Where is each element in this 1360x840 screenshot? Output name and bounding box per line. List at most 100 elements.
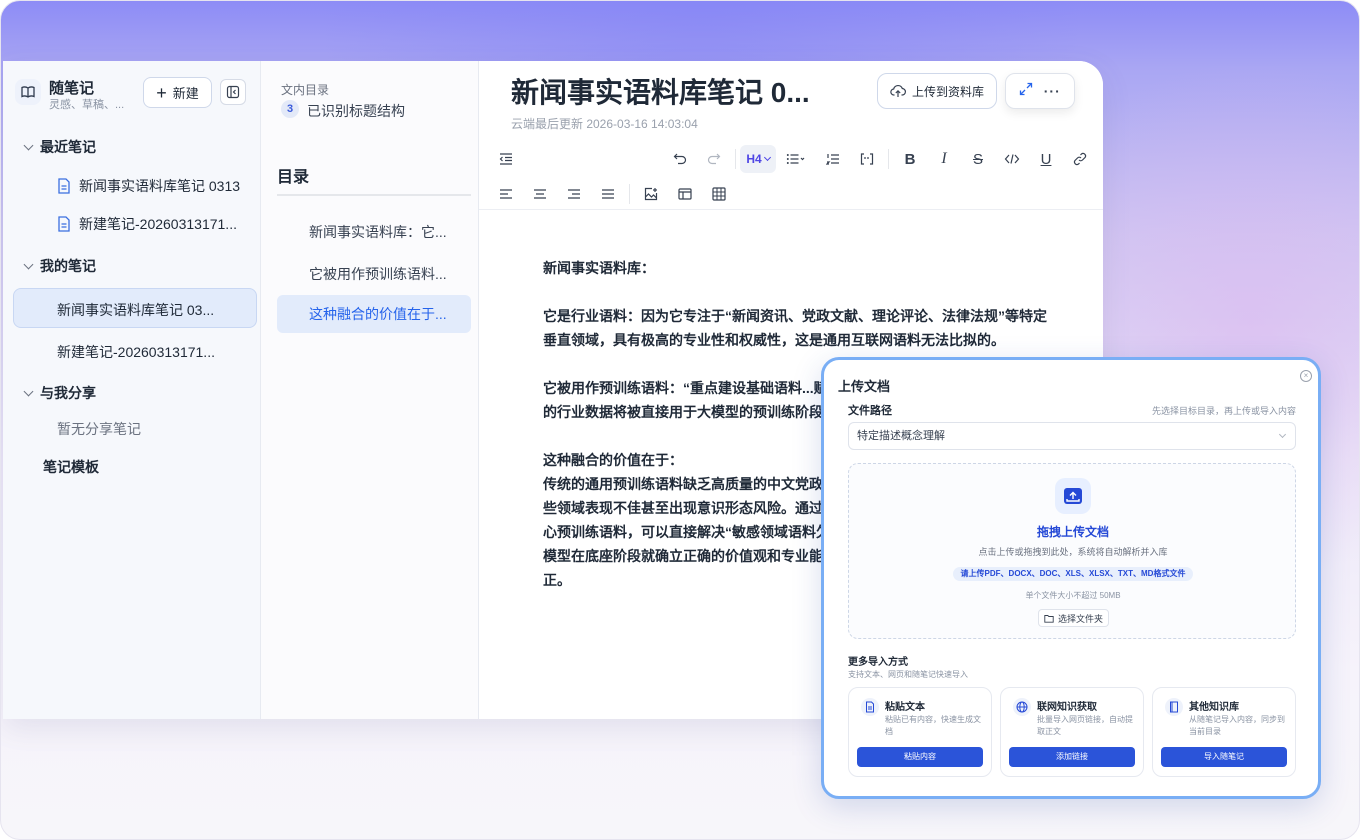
redo-icon[interactable] [697, 145, 731, 173]
sidebar-note-recent-1[interactable]: 新闻事实语料库笔记 0313 [57, 176, 240, 196]
sidebar-collapse-icon [226, 85, 240, 99]
card-description: 批量导入网页链接，自动提取正文 [1037, 715, 1133, 736]
paste-content-button[interactable]: 粘贴内容 [857, 747, 983, 767]
toc-heading: 目录 [277, 169, 310, 186]
collapse-sidebar-button[interactable] [220, 79, 246, 105]
expand-icon[interactable] [1019, 82, 1033, 101]
bold-icon[interactable]: B [893, 145, 927, 173]
editor-actions-group: ··· [1005, 73, 1075, 109]
path-select[interactable]: 特定描述概念理解 [848, 422, 1296, 450]
undo-icon[interactable] [663, 145, 697, 173]
upload-dialog: 上传文档 × 文件路径 先选择目标目录，再上传或导入内容 特定描述概念理解 拖拽… [821, 357, 1321, 799]
plus-icon: + [156, 82, 167, 103]
card-title: 其他知识库 [1189, 702, 1239, 713]
heading-level-select[interactable]: H4 [740, 145, 776, 173]
upload-dropzone[interactable]: 拖拽上传文档 点击上传或拖拽到此处，系统将自动解析并入库 请上传PDF、DOCX… [848, 463, 1296, 639]
group-shared-with-me[interactable]: 与我分享 [23, 383, 96, 403]
more-import-subtitle: 支持文本、网页和随笔记快速导入 [848, 670, 968, 679]
toolbar-divider [479, 209, 1103, 210]
book-icon [1165, 698, 1183, 716]
upload-label: 上传到资料库 [911, 84, 984, 99]
card-title: 联网知识获取 [1037, 702, 1097, 713]
toc-count-label: 已识别标题结构 [307, 103, 405, 119]
more-import-title: 更多导入方式 [848, 657, 908, 668]
group-label: 我的笔记 [40, 258, 96, 274]
app-subtitle: 灵感、草稿、... [49, 99, 125, 111]
new-note-label: 新建 [172, 86, 199, 101]
toc-count-badge: 3 [281, 100, 299, 118]
toc-divider [277, 194, 471, 196]
italic-icon[interactable]: I [927, 145, 961, 173]
path-label: 文件路径 [848, 405, 892, 417]
path-value: 特定描述概念理解 [857, 430, 945, 442]
link-icon[interactable] [1063, 145, 1097, 173]
import-notes-button[interactable]: 导入随笔记 [1161, 747, 1287, 767]
document-icon [58, 216, 70, 232]
align-justify-icon[interactable] [591, 180, 625, 208]
sidebar-note-mine-2[interactable]: 新建笔记-20260313171... [57, 342, 215, 362]
more-options-icon[interactable]: ··· [1044, 83, 1061, 99]
globe-icon [1013, 698, 1031, 716]
add-link-button[interactable]: 添加链接 [1009, 747, 1135, 767]
close-icon[interactable]: × [1300, 370, 1312, 382]
underline-icon[interactable]: U [1029, 145, 1063, 173]
choose-folder-button[interactable]: 选择文件夹 [1038, 609, 1109, 627]
size-limit-text: 单个文件大小不超过 50MB [1025, 591, 1121, 600]
note-label: 新建笔记-20260313171... [79, 216, 237, 232]
toolbar-row-1: H4 B I S U [663, 145, 1097, 173]
insert-table-icon[interactable] [702, 180, 736, 208]
group-label: 与我分享 [40, 385, 96, 401]
card-description: 粘贴已有内容，快速生成文档 [885, 715, 981, 736]
group-my-notes[interactable]: 我的笔记 [23, 256, 96, 276]
note-label: 新闻事实语料库笔记 0313 [79, 178, 241, 194]
toc-panel: 文内目录 3 已识别标题结构 目录 新闻事实语料库：它... 它被用作预训练语料… [261, 61, 479, 719]
ordered-list-icon[interactable] [816, 145, 850, 173]
toc-item-1[interactable]: 新闻事实语料库：它... [277, 213, 471, 251]
document-icon [58, 178, 70, 194]
toc-item-2[interactable]: 它被用作预训练语料... [277, 255, 471, 293]
heading-level-value: H4 [746, 152, 762, 166]
insert-block-icon[interactable] [668, 180, 702, 208]
dropzone-title: 拖拽上传文档 [1036, 525, 1109, 539]
outdent-icon[interactable] [489, 145, 523, 173]
app-title: 随笔记 [49, 80, 95, 97]
align-right-icon[interactable] [557, 180, 591, 208]
new-note-button[interactable]: + 新建 [143, 77, 212, 108]
block-quote-icon[interactable] [850, 145, 884, 173]
insert-image-icon[interactable] [634, 180, 668, 208]
strikethrough-icon[interactable]: S [961, 145, 995, 173]
upload-to-library-button[interactable]: 上传到资料库 [877, 73, 997, 109]
group-label: 最近笔记 [40, 139, 96, 155]
toolbar-separator [888, 149, 889, 169]
folder-icon [1044, 614, 1054, 623]
toolbar-separator [735, 149, 736, 169]
sidebar: 随笔记 灵感、草稿、... + 新建 最近笔记 新闻事实语料库笔记 0313 新… [3, 61, 261, 719]
toolbar-row-2 [489, 180, 736, 208]
upload-tray-icon [1055, 478, 1091, 514]
chevron-down-icon [763, 153, 771, 162]
document-title[interactable]: 新闻事实语料库笔记 0... [511, 71, 810, 111]
import-card-paste-text: 粘贴文本 粘贴已有内容，快速生成文档 粘贴内容 [848, 687, 992, 777]
code-icon[interactable] [995, 145, 1029, 173]
chevron-down-icon [23, 259, 34, 270]
sidebar-note-recent-2[interactable]: 新建笔记-20260313171... [57, 214, 237, 234]
body-blank [543, 280, 1063, 304]
toc-item-3-active[interactable]: 这种融合的价值在于... [277, 295, 471, 333]
align-left-icon[interactable] [489, 180, 523, 208]
sidebar-note-mine-1[interactable]: 新闻事实语料库笔记 03... [57, 300, 214, 320]
chevron-down-icon [1278, 430, 1287, 439]
align-center-icon[interactable] [523, 180, 557, 208]
chevron-down-icon [23, 386, 34, 397]
import-card-other-kb: 其他知识库 从随笔记导入内容，同步到当前目录 导入随笔记 [1152, 687, 1296, 777]
cloud-upload-icon [890, 84, 906, 97]
toolbar-row-1-left [489, 145, 523, 173]
document-icon [861, 698, 879, 716]
group-recent-notes[interactable]: 最近笔记 [23, 137, 96, 157]
path-hint: 先选择目标目录，再上传或导入内容 [1151, 406, 1296, 416]
body-line: 它是行业语料：因为它专注于“新闻资讯、党政文献、理论评论、法律法规”等特定 [543, 308, 1047, 324]
screen-background: 随笔记 灵感、草稿、... + 新建 最近笔记 新闻事实语料库笔记 0313 新… [0, 0, 1360, 840]
bullet-list-icon[interactable] [776, 145, 816, 173]
card-description: 从随笔记导入内容，同步到当前目录 [1189, 715, 1285, 736]
note-templates-item[interactable]: 笔记模板 [43, 457, 99, 477]
toc-caption: 文内目录 [281, 83, 330, 97]
